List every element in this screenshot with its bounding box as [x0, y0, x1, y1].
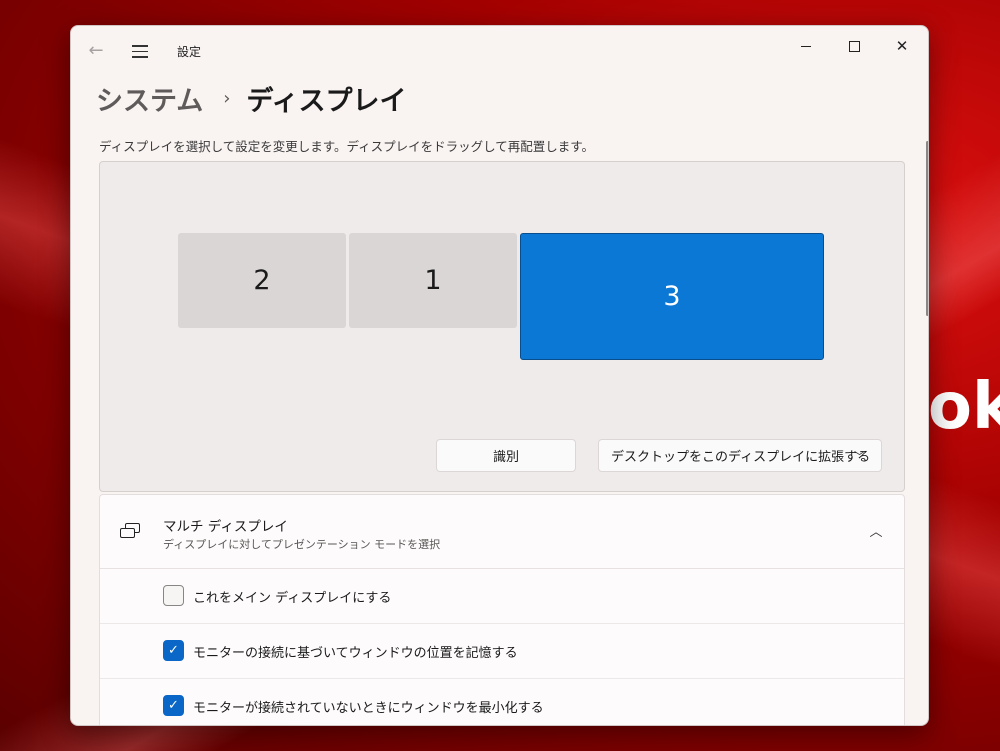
option-label: モニターの接続に基づいてウィンドウの位置を記憶する — [193, 646, 518, 661]
monitor-tile-1[interactable]: 1 — [349, 233, 517, 328]
app-title: 設定 — [177, 45, 202, 59]
close-icon: ✕ — [895, 37, 909, 55]
title-bar: ← 設定 ✕ — [71, 26, 928, 74]
option-label: モニターが接続されていないときにウィンドウを最小化する — [193, 701, 544, 716]
navigation-menu-button[interactable] — [129, 40, 151, 62]
chevron-down-icon: ﹀ — [854, 450, 865, 463]
checkmark-icon: ✓ — [168, 643, 179, 658]
display-arrangement-panel: 2 1 3 識別 デスクトップをこのディスプレイに拡張する ﹀ — [99, 161, 905, 492]
multi-display-subtitle: ディスプレイに対してプレゼンテーション モードを選択 — [163, 538, 441, 551]
hamburger-icon — [132, 45, 148, 47]
multi-display-header[interactable]: マルチ ディスプレイ ディスプレイに対してプレゼンテーション モードを選択 ︿ — [100, 495, 904, 569]
identify-button[interactable]: 識別 — [436, 439, 576, 472]
maximize-button[interactable] — [831, 31, 877, 61]
multiple-monitors-icon — [120, 523, 142, 541]
remember-positions-checkbox[interactable]: ✓ — [163, 640, 184, 661]
chevron-right-icon: › — [223, 87, 231, 109]
option-label: これをメイン ディスプレイにする — [193, 591, 392, 606]
option-remember-window-positions: ✓ モニターの接続に基づいてウィンドウの位置を記憶する — [100, 624, 904, 679]
checkmark-icon: ✓ — [168, 698, 179, 713]
arrangement-instruction: ディスプレイを選択して設定を変更します。ディスプレイをドラッグして再配置します。 — [99, 139, 595, 154]
monitor-tile-3[interactable]: 3 — [520, 233, 824, 360]
arrow-left-icon: ← — [88, 40, 104, 61]
minimize-windows-checkbox[interactable]: ✓ — [163, 695, 184, 716]
close-button[interactable]: ✕ — [879, 31, 925, 61]
page-title: ディスプレイ — [246, 85, 407, 117]
option-minimize-windows: ✓ モニターが接続されていないときにウィンドウを最小化する — [100, 679, 904, 725]
settings-window: ← 設定 ✕ システム › ディスプレイ ディスプレイを選択して設定を変更します… — [70, 25, 929, 726]
breadcrumb-system[interactable]: システム — [96, 79, 203, 118]
chevron-up-icon[interactable]: ︿ — [866, 521, 886, 541]
display-mode-dropdown[interactable]: デスクトップをこのディスプレイに拡張する ﹀ — [598, 439, 882, 472]
multi-display-section: マルチ ディスプレイ ディスプレイに対してプレゼンテーション モードを選択 ︿ … — [99, 494, 905, 725]
minimize-button[interactable] — [783, 31, 829, 61]
back-button[interactable]: ← — [85, 40, 107, 62]
main-display-checkbox[interactable] — [163, 585, 184, 606]
wallpaper-text: ok — [928, 370, 1000, 444]
multi-display-title: マルチ ディスプレイ — [163, 519, 288, 535]
breadcrumb: システム › ディスプレイ — [96, 78, 407, 118]
display-mode-value: デスクトップをこのディスプレイに拡張する — [611, 450, 871, 465]
scrollbar-thumb[interactable] — [926, 141, 928, 316]
option-main-display: これをメイン ディスプレイにする — [100, 569, 904, 624]
monitor-tile-2[interactable]: 2 — [178, 233, 346, 328]
